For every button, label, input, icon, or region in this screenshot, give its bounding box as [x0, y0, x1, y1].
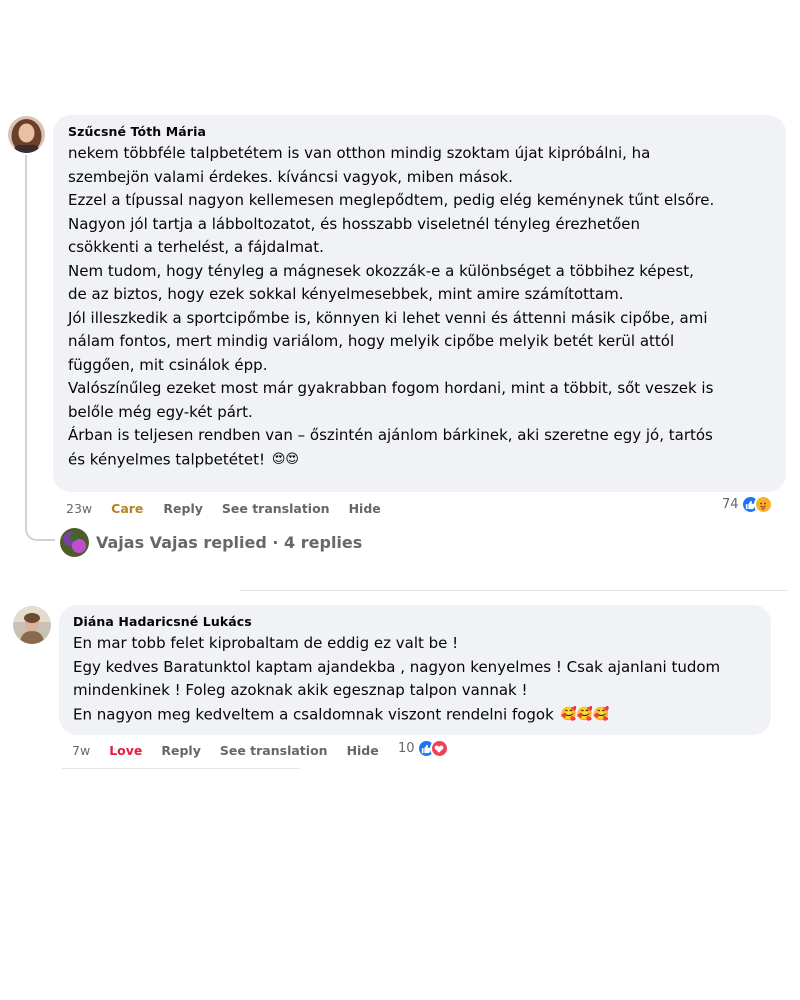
comment-line-last: En nagyon meg kedveltem a csaldomnak vis… [73, 703, 757, 727]
comment-line: Egy kedves Baratunktol kaptam ajandekba … [73, 657, 721, 676]
comment-line: nekem többféle talpbetétem is van otthon… [68, 144, 651, 162]
avatar[interactable] [13, 606, 51, 644]
comment-line: Valószínűleg ezeket most már gyakrabban … [68, 379, 714, 397]
view-replies-link[interactable]: Vajas Vajas replied · 4 replies [60, 528, 362, 557]
care-hug-icon [753, 495, 773, 514]
thread-line [25, 155, 27, 530]
comment-timestamp[interactable]: 23w [66, 501, 92, 516]
comment-line-text: En nagyon meg kedveltem a csaldomnak vis… [73, 704, 554, 723]
comment-bubble: Szűcsné Tóth Mária nekem többféle talpbe… [53, 115, 786, 492]
thread-line-curve [25, 528, 55, 541]
comment-line: Jól illeszkedik a sportcipőmbe is, könny… [68, 308, 708, 327]
comment-line: de az biztos, hogy ezek sokkal kényelmes… [68, 285, 624, 303]
reaction-count: 74 [722, 497, 739, 512]
see-translation-link[interactable]: See translation [222, 501, 330, 516]
comment-line: Ezzel a típussal nagyon kellemesen megle… [68, 191, 715, 209]
care-reaction-button[interactable]: Care [111, 501, 143, 516]
comment-author[interactable]: Szűcsné Tóth Mária [68, 124, 772, 139]
reaction-summary[interactable]: 74 [722, 495, 773, 514]
hide-button[interactable]: Hide [347, 743, 379, 758]
love-reaction-button[interactable]: Love [109, 743, 142, 758]
comment-line: mindenkinek ! Foleg azoknak akik egeszna… [73, 681, 528, 699]
replies-summary: Vajas Vajas replied · 4 replies [96, 533, 363, 552]
comment-actions: 23w Care Reply See translation Hide [66, 499, 381, 517]
avatar[interactable] [8, 116, 45, 153]
see-translation-link[interactable]: See translation [220, 743, 328, 758]
reaction-count: 10 [398, 741, 415, 756]
heart-icon [429, 739, 449, 758]
comment-timestamp[interactable]: 7w [72, 743, 90, 758]
comment-line: Árban is teljesen rendben van – őszintén… [68, 426, 713, 444]
comment-line: csökkenti a terhelést, a fájdalmat. [68, 238, 324, 256]
comment-author[interactable]: Diána Hadaricsné Lukács [73, 614, 757, 629]
reply-button[interactable]: Reply [161, 743, 200, 758]
comment-line-last: és kényelmes talpbetétet! 😍😍 [68, 448, 772, 472]
comment-text: nekem többféle talpbetétem is van otthon… [68, 142, 772, 471]
comment-line: nálam fontos, mert mindig variálom, hogy… [68, 332, 675, 350]
comment-line-text: és kényelmes talpbetétet! [68, 449, 266, 468]
comment-bubble: Diána Hadaricsné Lukács En mar tobb fele… [59, 605, 771, 735]
comment-actions: 7w Love Reply See translation Hide [72, 741, 379, 759]
comment-divider [240, 590, 788, 591]
comment-line: belőle még egy-két párt. [68, 402, 253, 421]
hide-button[interactable]: Hide [349, 501, 381, 516]
comment-line: Nagyon jól tartja a lábboltozatot, és ho… [68, 214, 641, 233]
comment-line: Nem tudom, hogy tényleg a mágnesek okozz… [68, 261, 694, 280]
comment-line: szembejön valami érdekes. kíváncsi vagyo… [68, 167, 513, 186]
comment-divider [62, 768, 300, 769]
reaction-summary[interactable]: 10 [398, 739, 449, 758]
smiling-hearts-emoji: 🥰🥰🥰 [560, 706, 610, 722]
replier-avatar [60, 528, 89, 557]
reply-button[interactable]: Reply [163, 501, 202, 516]
comment-line: függően, mit csinálok épp. [68, 355, 268, 374]
comment-line: En mar tobb felet kiprobaltam de eddig e… [73, 634, 459, 652]
heart-eyes-emoji: 😍😍 [271, 451, 299, 467]
comment-text: En mar tobb felet kiprobaltam de eddig e… [73, 632, 757, 726]
